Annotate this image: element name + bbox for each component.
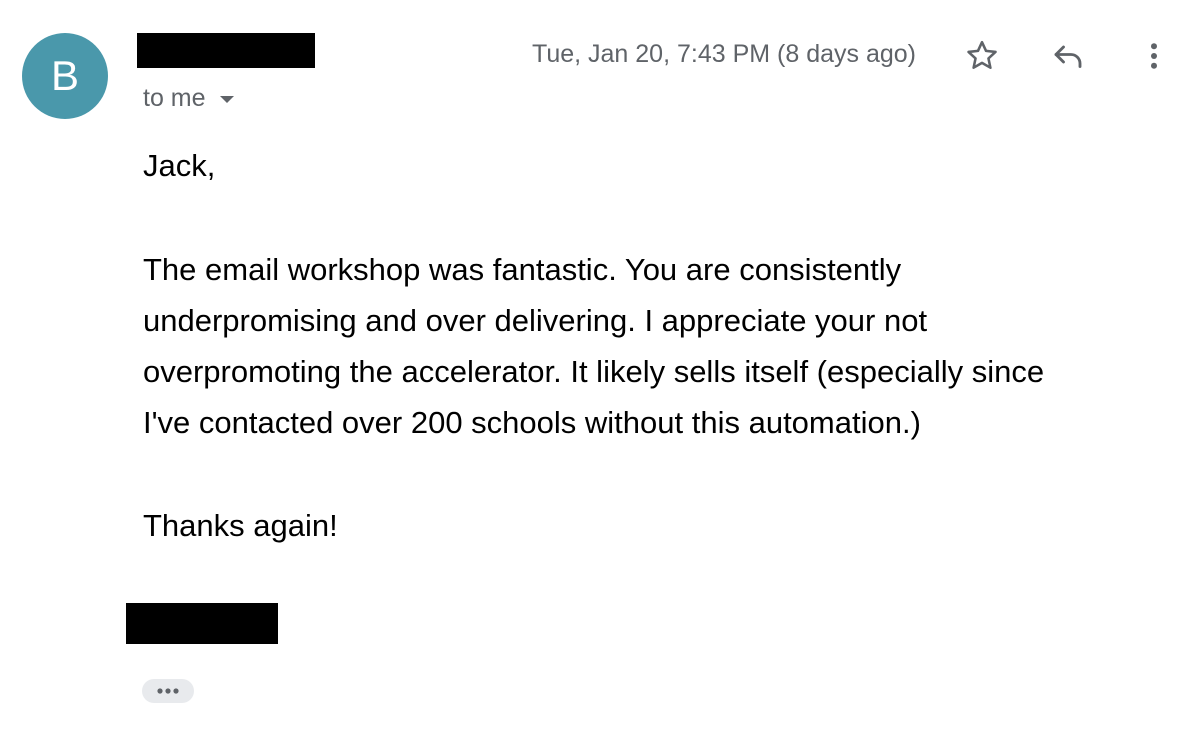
sender-name-redacted: [137, 33, 315, 68]
show-trimmed-content-button[interactable]: [142, 679, 194, 703]
star-icon: [967, 40, 997, 69]
star-button[interactable]: [960, 34, 1004, 78]
reply-icon: [1054, 45, 1082, 68]
message-body: Jack, The email workshop was fantastic. …: [143, 140, 1183, 551]
message-closing: Thanks again!: [143, 508, 338, 543]
message-greeting: Jack,: [143, 148, 216, 183]
more-options-button[interactable]: [1132, 34, 1176, 78]
reply-button[interactable]: [1046, 34, 1090, 78]
message-paragraph: The email workshop was fantastic. You ar…: [143, 252, 1045, 440]
more-horizontal-icon: [157, 688, 179, 694]
avatar[interactable]: B: [22, 33, 108, 119]
chevron-down-icon: [219, 95, 234, 103]
more-vertical-icon: [1151, 43, 1157, 69]
message-timestamp: Tue, Jan 20, 7:43 PM (8 days ago): [531, 40, 916, 68]
signature-redacted: [126, 603, 278, 644]
avatar-letter: B: [50, 52, 79, 99]
recipient-label: to me: [143, 84, 206, 112]
recipient-details-toggle[interactable]: to me: [143, 82, 234, 114]
